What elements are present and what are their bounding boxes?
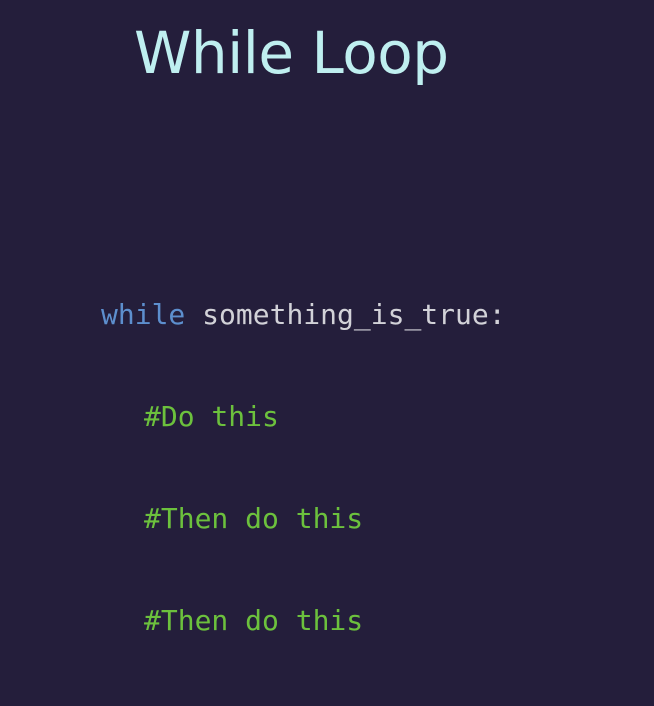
keyword-while: while (101, 298, 186, 331)
code-line-while: while something_is_true: (101, 298, 506, 332)
code-line-comment-1: #Do this (101, 400, 506, 434)
code-comment: #Do this (144, 400, 279, 433)
code-line-comment-2: #Then do this (101, 502, 506, 536)
code-comment: #Then do this (144, 604, 364, 637)
code-line-comment-3: #Then do this (101, 604, 506, 638)
loop-condition: something_is_true: (185, 298, 506, 331)
slide: While Loop while something_is_true: #Do … (0, 0, 654, 637)
code-comment: #Then do this (144, 502, 364, 535)
code-block: while something_is_true: #Do this #Then … (101, 230, 506, 706)
slide-title: While Loop (134, 19, 449, 87)
